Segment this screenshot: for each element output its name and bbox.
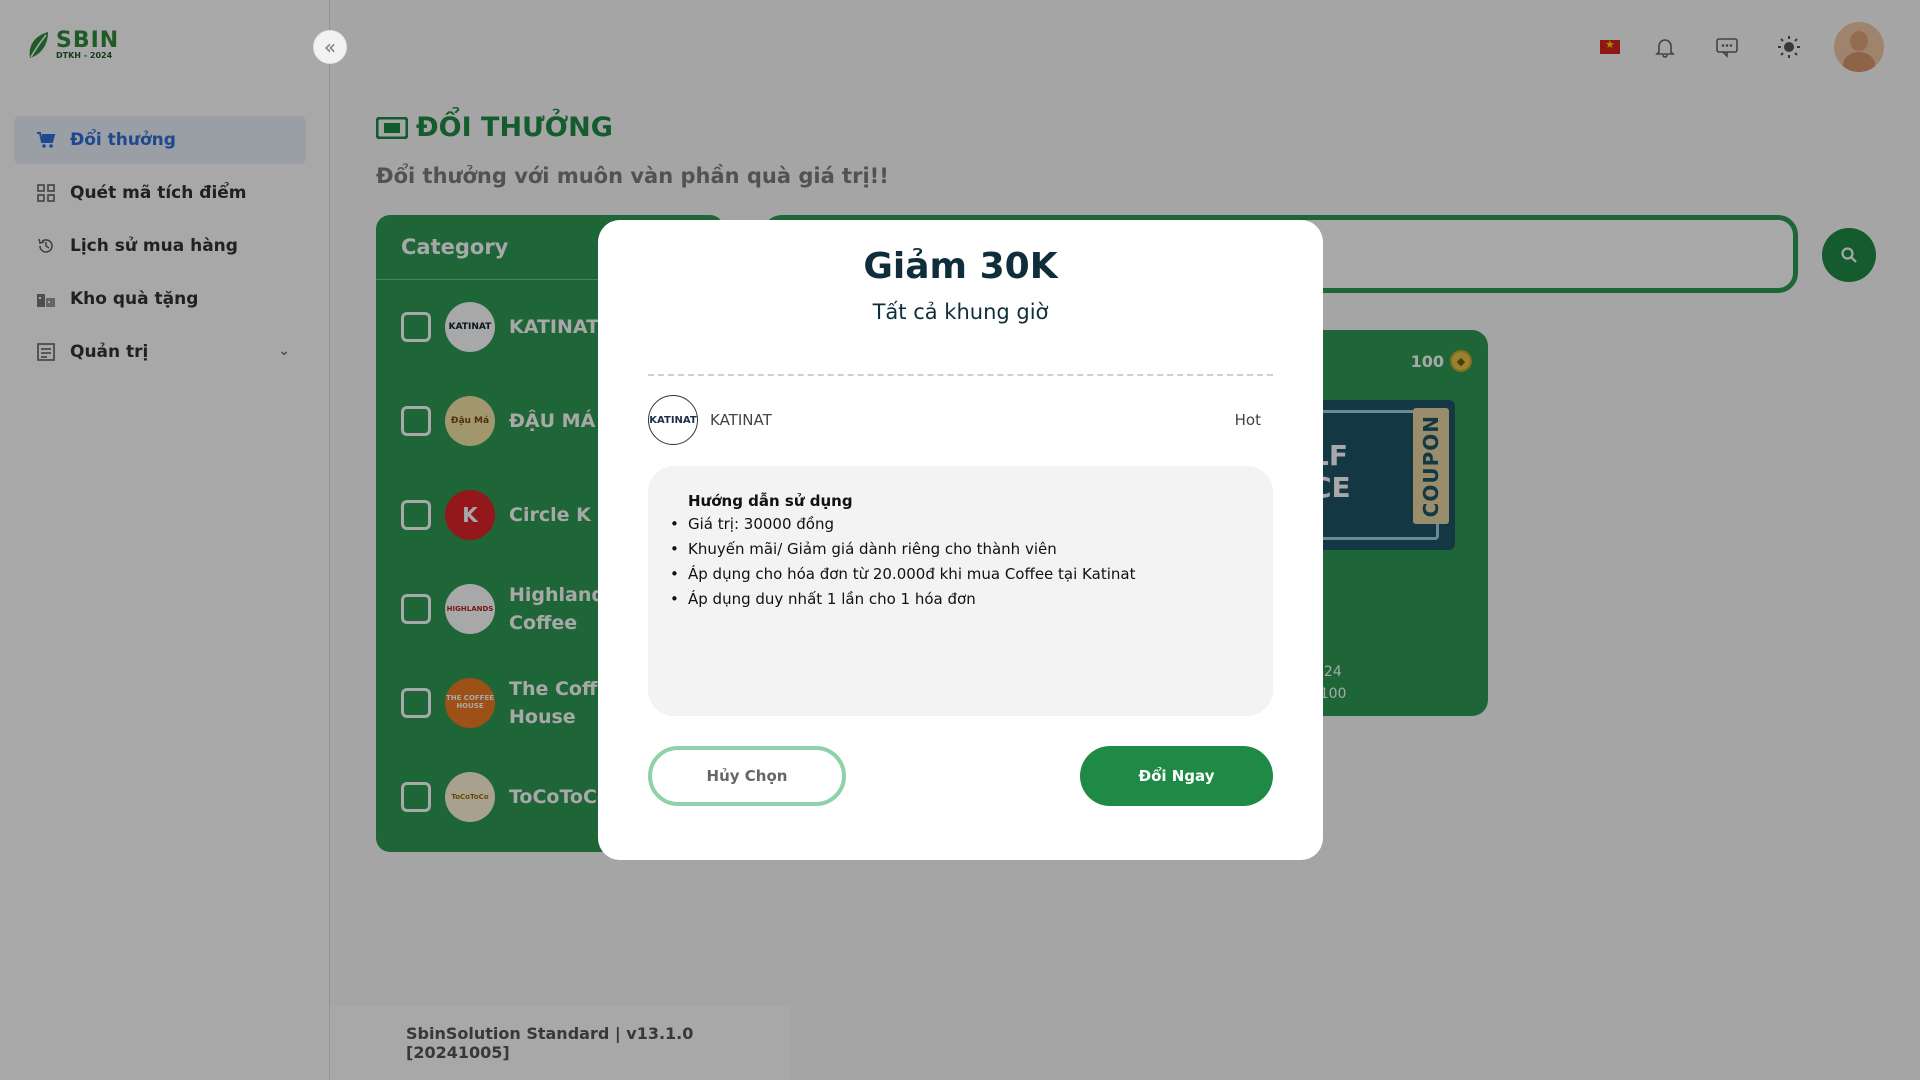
brand-logo: KATINAT: [648, 395, 698, 445]
dashed-divider: [648, 374, 1273, 376]
hot-badge: Hot: [1234, 411, 1261, 429]
modal-time-range: Tất cả khung giờ: [872, 300, 1049, 324]
usage-guide-item: Áp dụng cho hóa đơn từ 20.000đ khi mua C…: [670, 562, 1243, 587]
reward-detail-modal: Giảm 30K Tất cả khung giờ KATINAT KATINA…: [598, 220, 1323, 860]
usage-guide-item: Áp dụng duy nhất 1 lần cho 1 hóa đơn: [670, 587, 1243, 612]
brand-row: KATINAT KATINAT Hot: [648, 394, 1273, 446]
double-chevron-left-icon: «: [323, 35, 337, 59]
usage-guide-item: Khuyến mãi/ Giảm giá dành riêng cho thàn…: [670, 537, 1243, 562]
modal-title: Giảm 30K: [863, 246, 1058, 287]
cancel-button[interactable]: Hủy Chọn: [648, 746, 846, 806]
collapse-sidebar-button[interactable]: «: [313, 30, 347, 64]
usage-guide-title: Hướng dẫn sử dụng: [688, 492, 853, 510]
redeem-now-button[interactable]: Đổi Ngay: [1080, 746, 1273, 806]
usage-guide-list: Giá trị: 30000 đồng Khuyến mãi/ Giảm giá…: [670, 512, 1243, 612]
usage-guide: Hướng dẫn sử dụng Giá trị: 30000 đồng Kh…: [648, 466, 1273, 716]
brand-name: KATINAT: [710, 411, 772, 429]
usage-guide-item: Giá trị: 30000 đồng: [670, 512, 1243, 537]
